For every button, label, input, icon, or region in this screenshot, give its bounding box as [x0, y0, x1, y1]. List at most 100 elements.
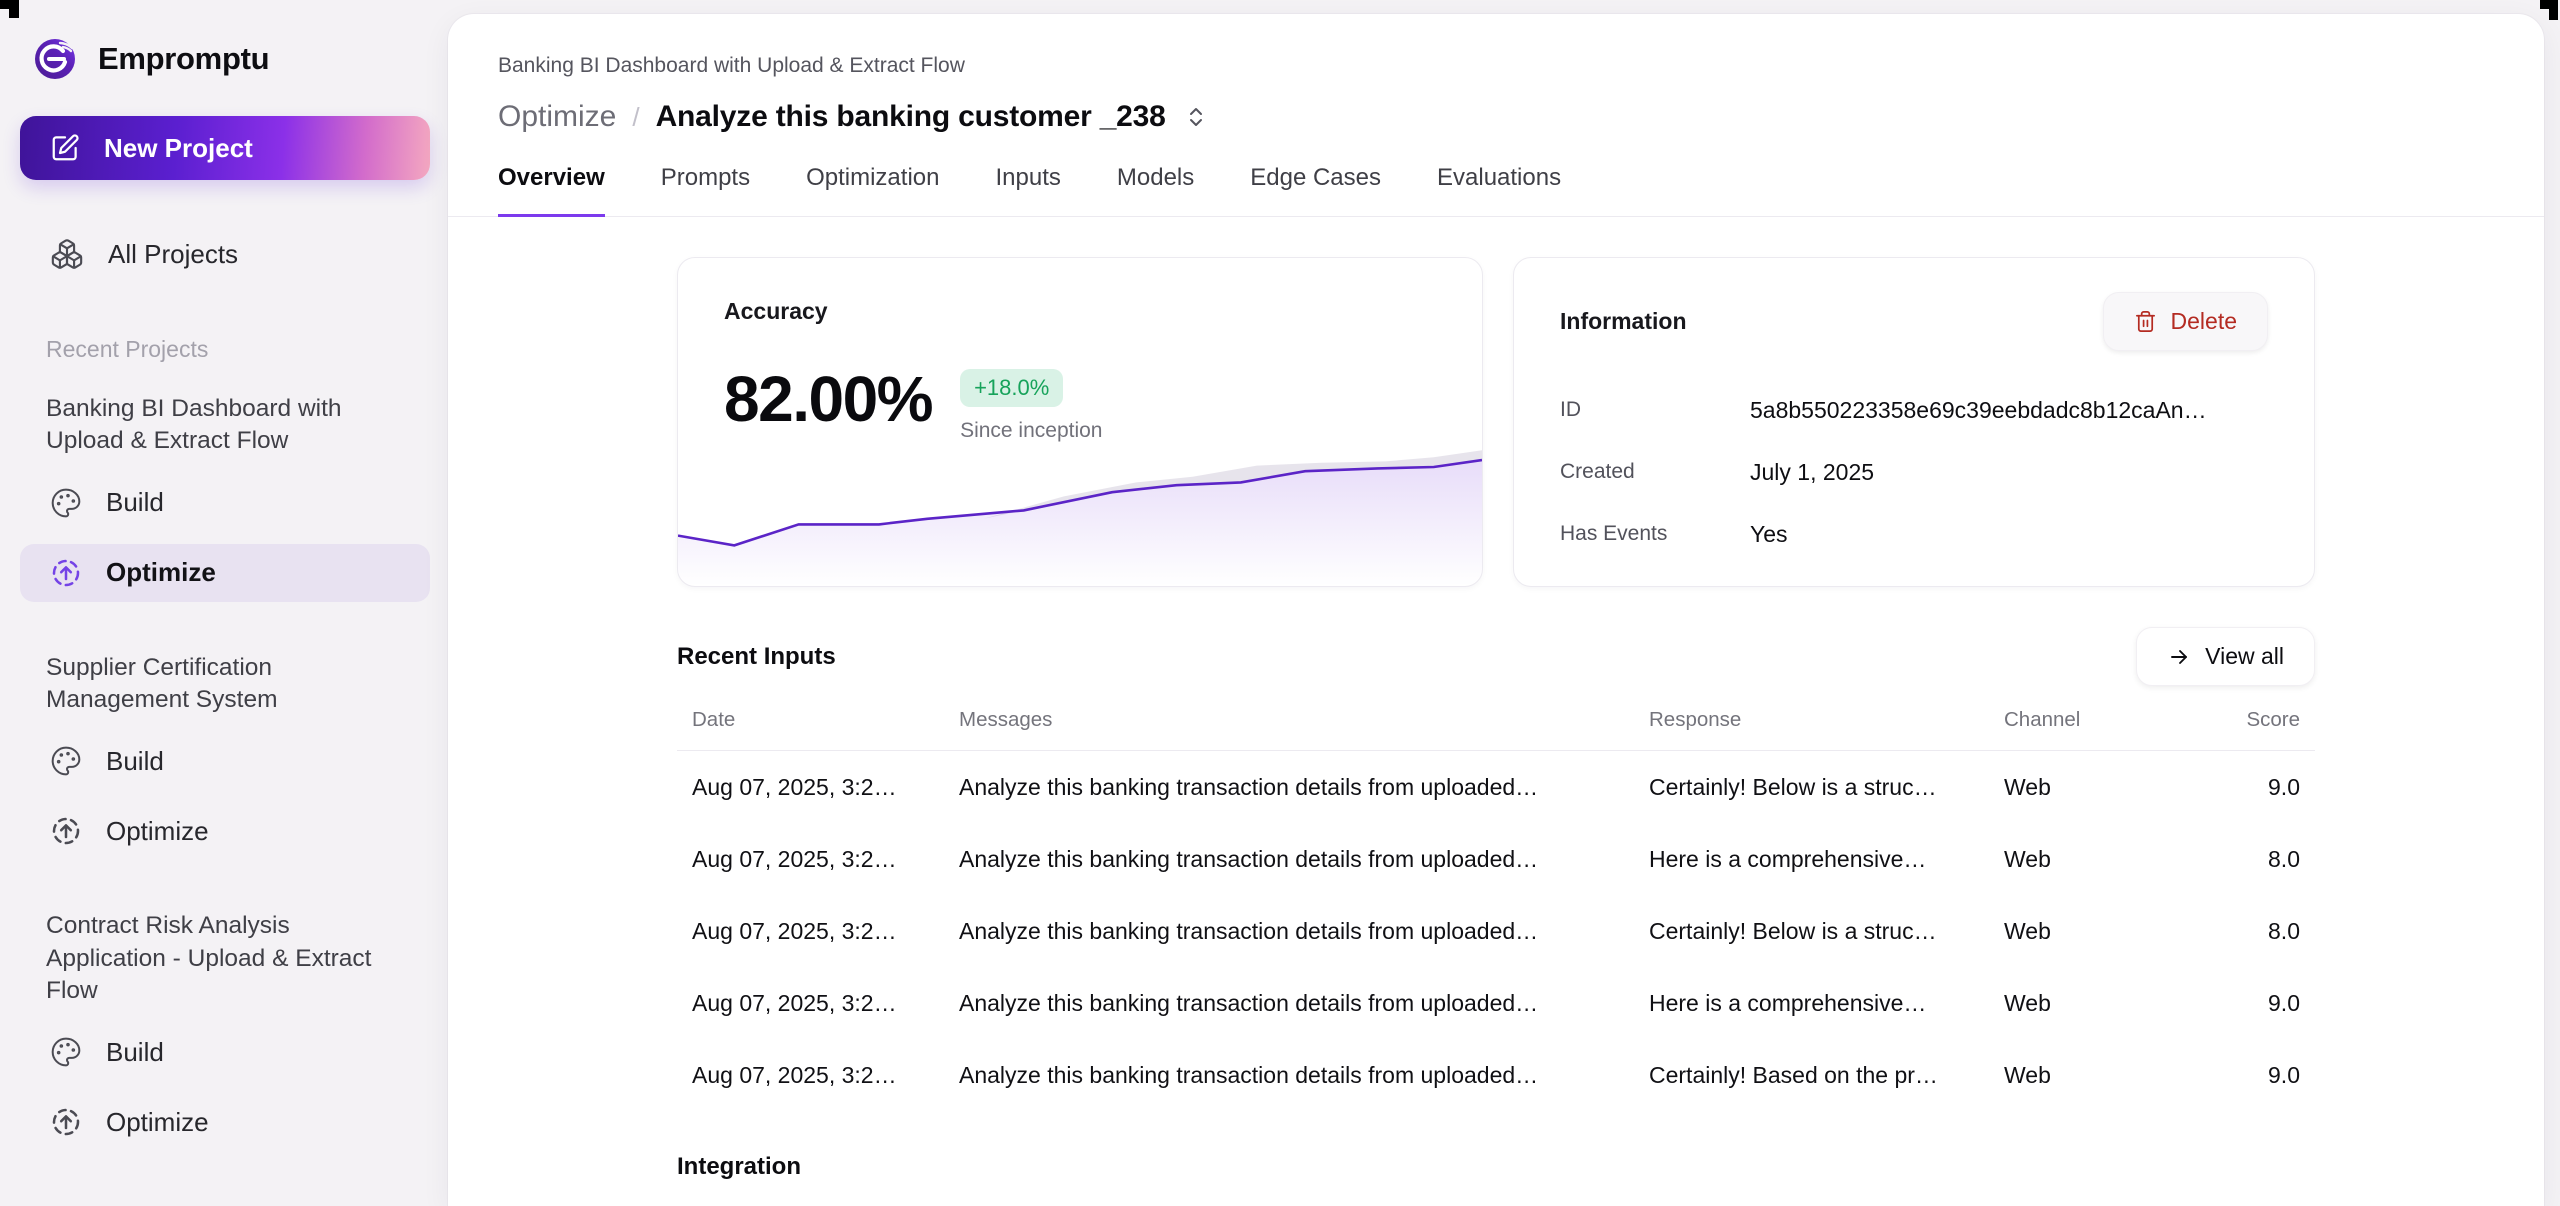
build-label: Build	[106, 487, 164, 518]
breadcrumb-project: Banking BI Dashboard with Upload & Extra…	[498, 54, 2494, 78]
palette-icon	[50, 487, 82, 519]
sidebar-item-all-projects[interactable]: All Projects	[20, 224, 430, 284]
tab-overview[interactable]: Overview	[498, 164, 605, 217]
information-card: Information Delete ID 5a8b5502233	[1513, 257, 2315, 587]
tab-prompts[interactable]: Prompts	[661, 164, 750, 217]
info-value-id: 5a8b550223358e69c39eebdadc8b12caAn…	[1750, 397, 2268, 424]
info-value-has-events: Yes	[1750, 521, 2268, 548]
col-response: Response	[1649, 708, 2004, 732]
tab-bar: Overview Prompts Optimization Inputs Mod…	[448, 164, 2544, 217]
optimize-label: Optimize	[106, 816, 209, 847]
tab-edge-cases[interactable]: Edge Cases	[1250, 164, 1381, 217]
project-name[interactable]: Supplier Certification Management System	[46, 652, 404, 717]
chevrons-up-down-icon	[1184, 105, 1208, 129]
tab-optimization[interactable]: Optimization	[806, 164, 939, 217]
cell-date: Aug 07, 2025, 3:2…	[692, 918, 959, 945]
sidebar: Empromptu New Project	[0, 0, 450, 1206]
project-group: Contract Risk Analysis Application - Upl…	[0, 910, 450, 1151]
cell-channel: Web	[2004, 990, 2179, 1017]
tab-inputs[interactable]: Inputs	[995, 164, 1060, 217]
empromptu-logo-icon	[30, 34, 80, 84]
view-all-button[interactable]: View all	[2136, 627, 2315, 686]
trash-icon	[2134, 310, 2157, 333]
sidebar-item-build[interactable]: Build	[20, 474, 430, 532]
accuracy-card-title: Accuracy	[724, 298, 1436, 325]
edit-pencil-icon	[50, 133, 80, 163]
cell-response: Certainly! Below is a struc…	[1649, 774, 2004, 801]
project-group: Supplier Certification Management System…	[0, 652, 450, 861]
info-label: ID	[1560, 398, 1750, 422]
sidebar-item-build[interactable]: Build	[20, 1023, 430, 1081]
info-label: Created	[1560, 460, 1750, 484]
cell-date: Aug 07, 2025, 3:2…	[692, 846, 959, 873]
col-score: Score	[2179, 708, 2300, 732]
sidebar-item-optimize[interactable]: Optimize	[20, 1093, 430, 1151]
cell-response: Here is a comprehensive…	[1649, 846, 2004, 873]
sidebar-item-build[interactable]: Build	[20, 732, 430, 790]
accuracy-sparkline	[678, 446, 1482, 586]
cell-date: Aug 07, 2025, 3:2…	[692, 1062, 959, 1089]
build-label: Build	[106, 1037, 164, 1068]
tab-evaluations[interactable]: Evaluations	[1437, 164, 1561, 217]
col-date: Date	[692, 708, 959, 732]
sidebar-item-optimize[interactable]: Optimize	[20, 544, 430, 602]
project-group: Banking BI Dashboard with Upload & Extra…	[0, 393, 450, 602]
palette-icon	[50, 1036, 82, 1068]
cell-date: Aug 07, 2025, 3:2…	[692, 774, 959, 801]
view-all-label: View all	[2205, 643, 2284, 670]
table-row[interactable]: Aug 07, 2025, 3:2… Analyze this banking …	[677, 895, 2315, 967]
breadcrumb-separator: /	[632, 102, 639, 133]
accuracy-card: Accuracy 82.00% +18.0% Since inception	[677, 257, 1483, 587]
optimize-arrow-up-icon	[50, 557, 82, 589]
optimize-arrow-up-icon	[50, 815, 82, 847]
optimize-arrow-up-icon	[50, 1106, 82, 1138]
cell-response: Here is a comprehensive…	[1649, 990, 2004, 1017]
cell-score: 9.0	[2179, 1062, 2300, 1089]
accuracy-caption: Since inception	[960, 419, 1102, 443]
col-channel: Channel	[2004, 708, 2179, 732]
table-row[interactable]: Aug 07, 2025, 3:2… Analyze this banking …	[677, 967, 2315, 1039]
project-name[interactable]: Contract Risk Analysis Application - Upl…	[46, 910, 404, 1007]
recent-inputs-title: Recent Inputs	[677, 643, 836, 671]
screen-artifact	[9, 9, 19, 18]
boxes-icon	[50, 237, 84, 271]
table-row[interactable]: Aug 07, 2025, 3:2… Analyze this banking …	[677, 751, 2315, 823]
brand[interactable]: Empromptu	[30, 34, 450, 84]
page-title: Analyze this banking customer _238	[656, 100, 1166, 134]
accuracy-value: 82.00%	[724, 367, 932, 431]
new-project-button[interactable]: New Project	[20, 116, 430, 180]
info-row-id: ID 5a8b550223358e69c39eebdadc8b12caAn…	[1560, 379, 2268, 441]
delete-label: Delete	[2171, 308, 2237, 335]
palette-icon	[50, 745, 82, 777]
new-project-label: New Project	[104, 133, 253, 164]
info-label: Has Events	[1560, 522, 1750, 546]
cell-score: 8.0	[2179, 846, 2300, 873]
cell-response: Certainly! Based on the pr…	[1649, 1062, 2004, 1089]
cell-channel: Web	[2004, 846, 2179, 873]
screen-artifact	[2549, 9, 2558, 20]
cell-score: 9.0	[2179, 774, 2300, 801]
col-messages: Messages	[959, 708, 1649, 732]
recent-projects-label: Recent Projects	[46, 336, 450, 363]
tab-models[interactable]: Models	[1117, 164, 1194, 217]
optimize-label: Optimize	[106, 557, 216, 588]
table-row[interactable]: Aug 07, 2025, 3:2… Analyze this banking …	[677, 1039, 2315, 1111]
page-header: Banking BI Dashboard with Upload & Extra…	[448, 14, 2544, 134]
cell-message: Analyze this banking transaction details…	[959, 918, 1649, 945]
delete-button[interactable]: Delete	[2103, 292, 2268, 351]
brand-name: Empromptu	[98, 41, 269, 77]
cell-channel: Web	[2004, 1062, 2179, 1089]
project-name[interactable]: Banking BI Dashboard with Upload & Extra…	[46, 393, 404, 458]
build-label: Build	[106, 746, 164, 777]
main-panel: Banking BI Dashboard with Upload & Extra…	[448, 14, 2544, 1206]
cell-message: Analyze this banking transaction details…	[959, 846, 1649, 873]
breadcrumb-section[interactable]: Optimize	[498, 100, 616, 134]
arrow-right-icon	[2167, 645, 2191, 669]
recent-inputs-table: Date Messages Response Channel Score Aug…	[677, 708, 2315, 1111]
cell-response: Certainly! Below is a struc…	[1649, 918, 2004, 945]
info-value-created: July 1, 2025	[1750, 459, 2268, 486]
table-row[interactable]: Aug 07, 2025, 3:2… Analyze this banking …	[677, 823, 2315, 895]
title-switcher[interactable]	[1184, 105, 1208, 129]
cell-channel: Web	[2004, 774, 2179, 801]
sidebar-item-optimize[interactable]: Optimize	[20, 802, 430, 860]
